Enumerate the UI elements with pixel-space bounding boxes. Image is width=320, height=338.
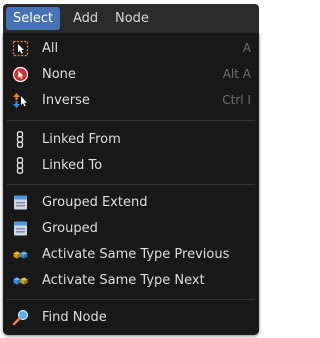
shortcut-label: A xyxy=(242,41,251,55)
linked-to-icon xyxy=(12,157,29,174)
shortcut-label: Ctrl I xyxy=(222,93,251,107)
find-node-icon xyxy=(12,309,29,326)
separator xyxy=(7,120,255,121)
separator xyxy=(7,299,255,300)
menu-item-label: Linked To xyxy=(42,158,103,173)
grouped-extend-icon xyxy=(12,194,29,211)
select-inverse-icon xyxy=(12,92,29,109)
menu-item-label: Grouped Extend xyxy=(42,195,148,210)
menu-item-label: None xyxy=(42,67,76,82)
grouped-icon xyxy=(12,220,29,237)
menu-item-find-node[interactable]: Find Node xyxy=(3,305,259,330)
menu-item-linked-to[interactable]: Linked To xyxy=(3,153,259,178)
node-editor-select-menu: Select Add Node All A None Alt A Inverse… xyxy=(0,0,261,338)
menu-add[interactable]: Add xyxy=(66,7,105,30)
menu-item-none[interactable]: None Alt A xyxy=(3,62,259,87)
select-dropdown: All A None Alt A Inverse Ctrl I Linked F… xyxy=(3,33,259,335)
menu-item-activate-same-type-previous[interactable]: Activate Same Type Previous xyxy=(3,242,259,267)
menu-item-label: Linked From xyxy=(42,132,121,147)
menu-item-label: Activate Same Type Next xyxy=(42,273,205,288)
menu-item-activate-same-type-next[interactable]: Activate Same Type Next xyxy=(3,268,259,293)
select-all-icon xyxy=(12,40,29,57)
menu-item-label: Inverse xyxy=(42,93,90,108)
menu-item-label: All xyxy=(42,41,59,56)
menu-select[interactable]: Select xyxy=(6,7,61,30)
linked-from-icon xyxy=(12,131,29,148)
select-none-icon xyxy=(12,66,29,83)
menu-item-label: Grouped xyxy=(42,221,98,236)
menu-item-linked-from[interactable]: Linked From xyxy=(3,127,259,152)
header-menubar: Select Add Node xyxy=(3,4,259,33)
menu-item-grouped-extend[interactable]: Grouped Extend xyxy=(3,190,259,215)
menu-item-label: Find Node xyxy=(42,310,107,325)
menu-item-inverse[interactable]: Inverse Ctrl I xyxy=(3,88,259,113)
menu-item-all[interactable]: All A xyxy=(3,36,259,61)
menu-item-label: Activate Same Type Previous xyxy=(42,247,230,262)
menu-node[interactable]: Node xyxy=(108,7,156,30)
same-type-previous-icon xyxy=(12,246,29,263)
separator xyxy=(7,184,255,185)
menu-item-grouped[interactable]: Grouped xyxy=(3,216,259,241)
same-type-next-icon xyxy=(12,272,29,289)
shortcut-label: Alt A xyxy=(222,67,251,81)
